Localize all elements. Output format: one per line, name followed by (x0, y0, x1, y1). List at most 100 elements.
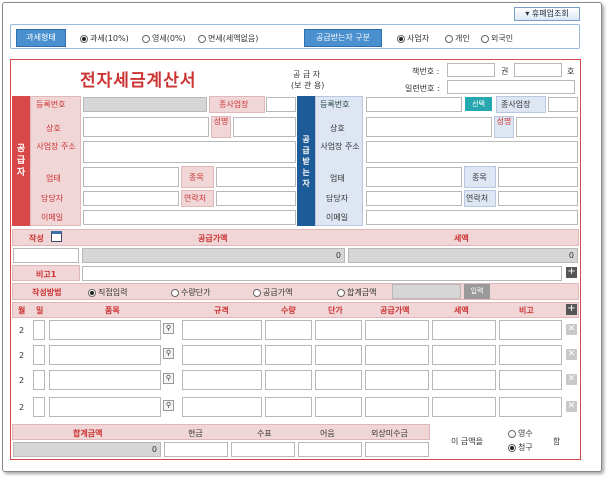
row-supply-input[interactable] (365, 345, 429, 365)
delete-row-icon[interactable]: ✕ (566, 324, 577, 335)
note-input[interactable] (82, 266, 562, 281)
receiver-type-label: 공급받는자 구분 (304, 29, 382, 47)
receiver-address-input[interactable] (366, 141, 578, 163)
receiver-company-input[interactable] (366, 117, 492, 137)
method-label: 작성방법 (32, 288, 62, 297)
row-remark-input[interactable] (499, 370, 562, 390)
row-item-input[interactable] (49, 320, 161, 340)
supplier-address-input[interactable] (83, 141, 296, 163)
receiver-option-business[interactable]: 사업자 (397, 33, 429, 44)
tax-option-taxable[interactable]: 과세(10%) (80, 33, 129, 44)
row-spec-input[interactable] (182, 370, 262, 390)
receiver-option-individual[interactable]: 개인 (445, 33, 470, 44)
supplier-email-input[interactable] (83, 210, 296, 225)
receiver-branch-input[interactable] (548, 97, 578, 112)
row-day-input[interactable] (33, 397, 45, 417)
amount-text: 이 금액을 (451, 437, 483, 446)
row-supply-input[interactable] (365, 370, 429, 390)
calendar-icon[interactable] (51, 231, 62, 242)
row-day-input[interactable] (33, 320, 45, 340)
magnifier-icon[interactable]: ⚲ (163, 348, 174, 359)
bill-input[interactable] (298, 442, 362, 457)
row-price-input[interactable] (315, 370, 362, 390)
row-qty-input[interactable] (265, 345, 312, 365)
method-direct[interactable]: 직접입력 (88, 287, 127, 298)
method-total[interactable]: 합계금액 (337, 287, 376, 298)
row-spec-input[interactable] (182, 320, 262, 340)
serial-no-label: 일련번호 : (405, 84, 440, 93)
row-remark-input[interactable] (499, 345, 562, 365)
serial-no-input[interactable] (447, 80, 575, 94)
subtitle-storage: (보 관 용) (291, 81, 325, 90)
delete-row-icon[interactable]: ✕ (566, 374, 577, 385)
receiver-business-label: 업태 (330, 174, 345, 183)
row-month: 2 (19, 376, 25, 385)
row-qty-input[interactable] (265, 397, 312, 417)
magnifier-icon[interactable]: ⚲ (163, 400, 174, 411)
row-price-input[interactable] (315, 397, 362, 417)
row-supply-input[interactable] (365, 320, 429, 340)
row-spec-input[interactable] (182, 345, 262, 365)
add-row-button[interactable]: + (566, 304, 577, 315)
credit-input[interactable] (365, 442, 429, 457)
supplier-business-input[interactable] (83, 167, 179, 187)
receiver-select-button[interactable]: 선택 (465, 97, 492, 111)
method-supply[interactable]: 공급가액 (253, 287, 292, 298)
row-tax-input[interactable] (432, 397, 496, 417)
receiver-item-input[interactable] (498, 167, 578, 187)
method-qty-price[interactable]: 수량단가 (171, 287, 210, 298)
receiver-name-input[interactable] (516, 117, 578, 137)
delete-row-icon[interactable]: ✕ (566, 349, 577, 360)
row-price-input[interactable] (315, 320, 362, 340)
receiver-manager-input[interactable] (366, 191, 462, 206)
row-remark-input[interactable] (499, 397, 562, 417)
row-qty-input[interactable] (265, 320, 312, 340)
supplier-contact-label: 연락처 (184, 194, 207, 203)
receiver-name-label: 성명 (496, 117, 512, 126)
row-tax-input[interactable] (432, 345, 496, 365)
tax-option-zero[interactable]: 영세(0%) (142, 33, 186, 44)
receiver-contact-input[interactable] (498, 191, 578, 206)
row-remark-input[interactable] (499, 320, 562, 340)
row-qty-input[interactable] (265, 370, 312, 390)
supplier-labels-col (30, 96, 81, 226)
add-note-button[interactable]: + (566, 267, 577, 278)
write-date-input[interactable] (13, 248, 79, 263)
receiver-reg-no-input[interactable] (366, 97, 462, 112)
row-tax-input[interactable] (432, 320, 496, 340)
supplier-branch-input[interactable] (266, 97, 296, 112)
receipt-option[interactable]: 영수 (508, 428, 533, 439)
supplier-company-input[interactable] (83, 117, 209, 137)
receiver-option-foreigner[interactable]: 외국인 (481, 33, 513, 44)
row-supply-input[interactable] (365, 397, 429, 417)
receiver-business-input[interactable] (366, 167, 462, 187)
row-price-input[interactable] (315, 345, 362, 365)
supplier-manager-input[interactable] (83, 191, 179, 206)
magnifier-icon[interactable]: ⚲ (163, 373, 174, 384)
cash-input[interactable] (164, 442, 228, 457)
business-closure-check-button[interactable]: ▾ 휴폐업조회 (514, 7, 580, 21)
row-spec-input[interactable] (182, 397, 262, 417)
bill-label: 어음 (320, 429, 335, 438)
row-item-input[interactable] (49, 397, 161, 417)
vol-input[interactable] (514, 63, 562, 77)
magnifier-icon[interactable]: ⚲ (163, 323, 174, 334)
claim-option[interactable]: 청구 (508, 442, 533, 453)
check-input[interactable] (231, 442, 295, 457)
supplier-branch-label: 종사업장 (219, 100, 249, 109)
method-input-button[interactable]: 입력 (464, 284, 490, 299)
receiver-company-label: 상호 (330, 124, 345, 133)
tax-option-exempt[interactable]: 면세(세액없음) (198, 33, 258, 44)
row-day-input[interactable] (33, 370, 45, 390)
supplier-item-input[interactable] (216, 167, 296, 187)
supplier-name-input[interactable] (233, 117, 296, 137)
row-day-input[interactable] (33, 345, 45, 365)
row-tax-input[interactable] (432, 370, 496, 390)
supplier-business-label: 업태 (46, 174, 61, 183)
delete-row-icon[interactable]: ✕ (566, 401, 577, 412)
book-no-input[interactable] (447, 63, 495, 77)
supplier-contact-input[interactable] (216, 191, 296, 206)
row-item-input[interactable] (49, 345, 161, 365)
row-item-input[interactable] (49, 370, 161, 390)
receiver-email-input[interactable] (366, 210, 578, 225)
